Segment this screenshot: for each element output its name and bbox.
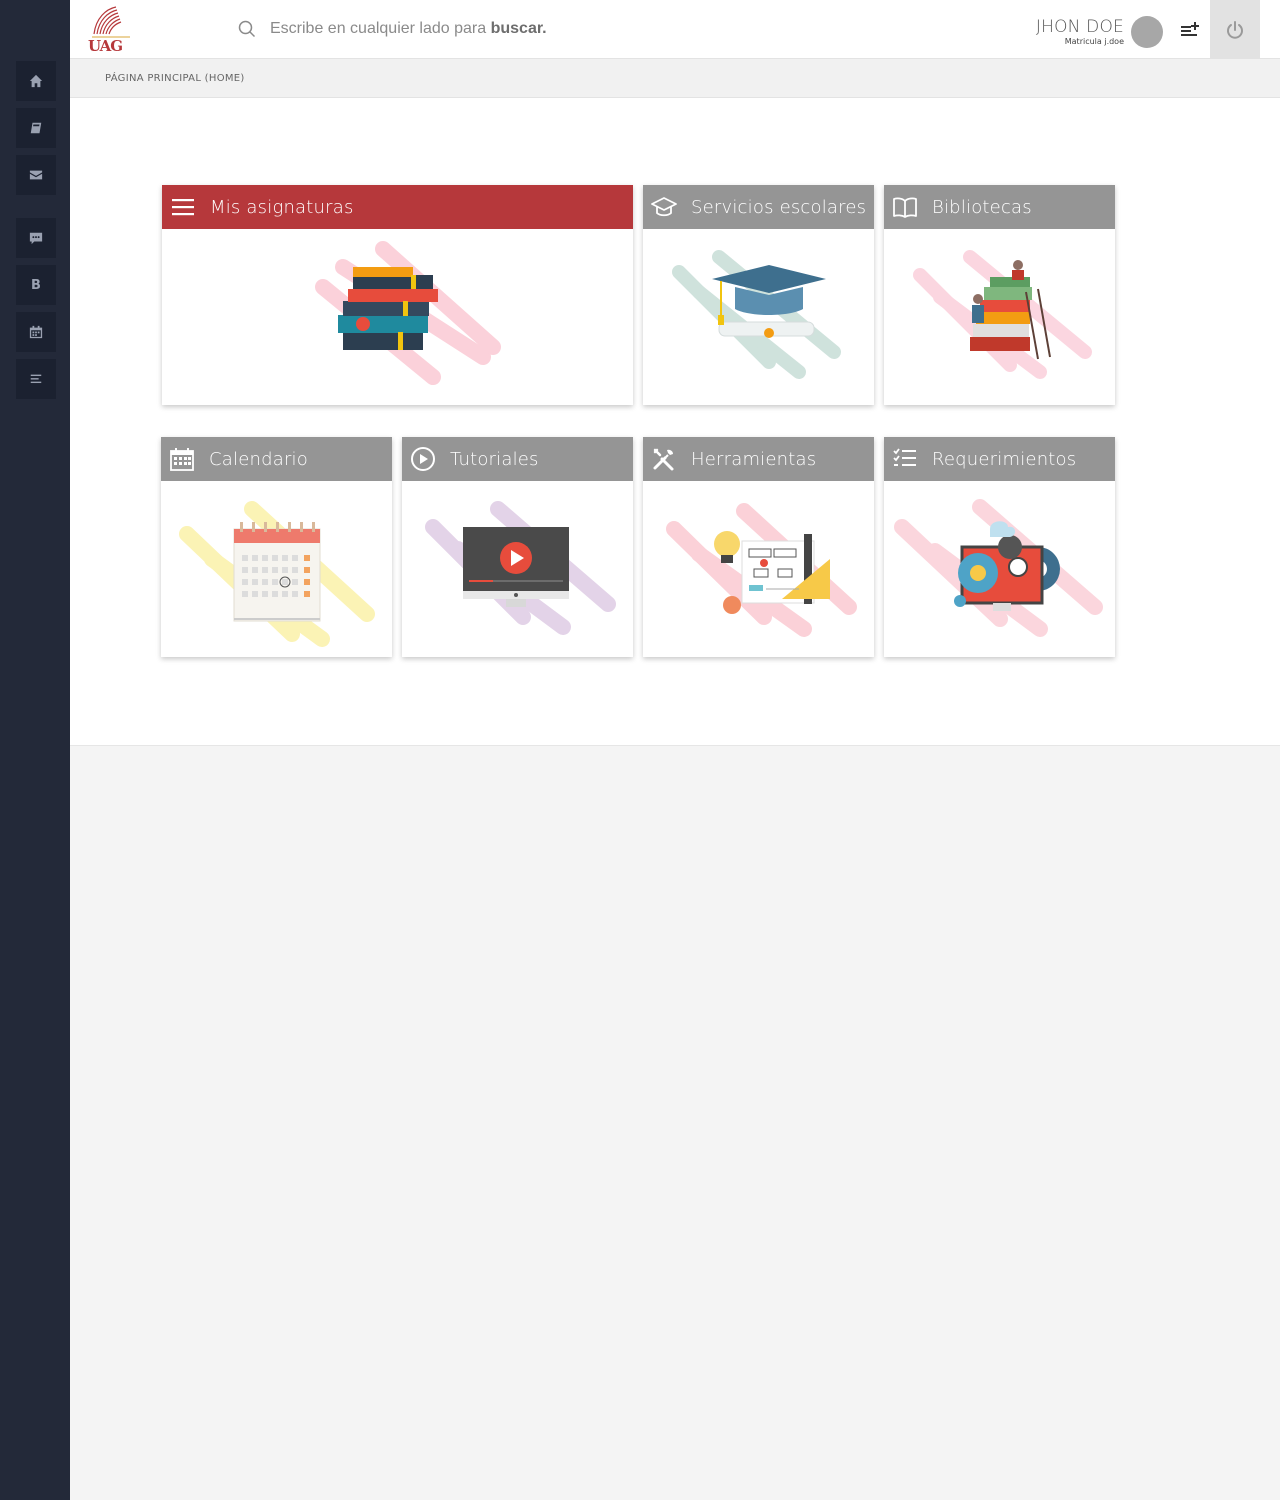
top-header: UAG Escribe en cualquier lado para busca…: [70, 0, 1280, 59]
card-requerimientos[interactable]: Requerimientos: [884, 437, 1115, 657]
uag-logo[interactable]: UAG: [86, 4, 134, 54]
mail-icon: [29, 170, 43, 180]
card-title: Tutoriales: [450, 448, 539, 470]
card-header: Bibliotecas: [884, 185, 1115, 229]
book-icon: [30, 122, 42, 134]
card-bibliotecas[interactable]: Bibliotecas: [884, 185, 1115, 405]
checklist-icon: [893, 448, 916, 466]
power-icon: [1227, 20, 1243, 39]
card-header: Calendario: [161, 437, 392, 481]
sidebar-item-calendar[interactable]: [16, 312, 56, 352]
breadcrumb: PÁGINA PRINCIPAL (HOME): [70, 59, 1280, 98]
logout-button[interactable]: [1210, 0, 1260, 59]
home-icon: [29, 74, 43, 88]
books-illustration: [314, 241, 501, 385]
svg-text:UAG: UAG: [88, 37, 122, 54]
card-header: Tutoriales: [402, 437, 633, 481]
menu-icon: [30, 374, 42, 384]
card-title: Mis asignaturas: [210, 196, 354, 218]
card-tutoriales[interactable]: Tutoriales: [402, 437, 633, 657]
card-mis-asignaturas[interactable]: Mis asignaturas: [162, 185, 633, 405]
card-title: Servicios escolares: [691, 196, 867, 218]
sidebar-item-menu[interactable]: [16, 359, 56, 399]
graduation-cap-icon: [651, 197, 677, 217]
chat-icon: [29, 232, 43, 245]
sidebar-item-mail[interactable]: [16, 155, 56, 195]
card-title: Requerimientos: [932, 448, 1077, 470]
card-calendario[interactable]: Calendario: [161, 437, 392, 657]
sidebar: B: [0, 0, 70, 1500]
sidebar-item-b[interactable]: B: [16, 265, 56, 305]
user-name: JHON DOE: [1035, 17, 1124, 37]
hamburger-icon: [172, 199, 194, 216]
letter-b-icon: B: [31, 277, 41, 293]
card-servicios-escolares[interactable]: Servicios escolares: [643, 185, 874, 405]
open-book-icon: [893, 197, 917, 218]
tools-illustration: [665, 503, 857, 637]
card-header: Servicios escolares: [643, 185, 874, 229]
calendar-illustration: [178, 501, 375, 647]
calendar-icon: [170, 448, 194, 471]
sidebar-item-chat[interactable]: [16, 218, 56, 258]
video-illustration: [424, 501, 616, 635]
playlist-add-icon[interactable]: [1180, 21, 1200, 39]
search-icon: [238, 20, 256, 38]
settings-illustration: [893, 499, 1103, 637]
sidebar-item-courses[interactable]: [16, 108, 56, 148]
tools-icon: [653, 448, 674, 471]
library-illustration: [912, 250, 1092, 379]
sidebar-item-home[interactable]: [16, 61, 56, 101]
card-header: Herramientas: [643, 437, 874, 481]
play-circle-icon: [411, 447, 435, 471]
card-herramientas[interactable]: Herramientas: [643, 437, 874, 657]
card-title: Herramientas: [691, 448, 817, 470]
search-input[interactable]: Escribe en cualquier lado para buscar.: [270, 20, 547, 38]
avatar[interactable]: [1131, 16, 1163, 48]
main-content: Mis asignaturas Servicios escolares Bibl…: [70, 98, 1280, 746]
graduation-illustration: [671, 250, 841, 379]
breadcrumb-home[interactable]: PÁGINA PRINCIPAL (HOME): [105, 73, 245, 84]
search-bar[interactable]: Escribe en cualquier lado para buscar.: [238, 14, 638, 44]
calendar-icon: [29, 325, 43, 339]
card-title: Bibliotecas: [932, 196, 1032, 218]
card-header: Mis asignaturas: [162, 185, 633, 229]
user-info[interactable]: JHON DOE Matricula j.doe: [1036, 17, 1124, 47]
card-header: Requerimientos: [884, 437, 1115, 481]
user-id: Matricula j.doe: [1064, 37, 1124, 46]
card-title: Calendario: [209, 448, 308, 470]
